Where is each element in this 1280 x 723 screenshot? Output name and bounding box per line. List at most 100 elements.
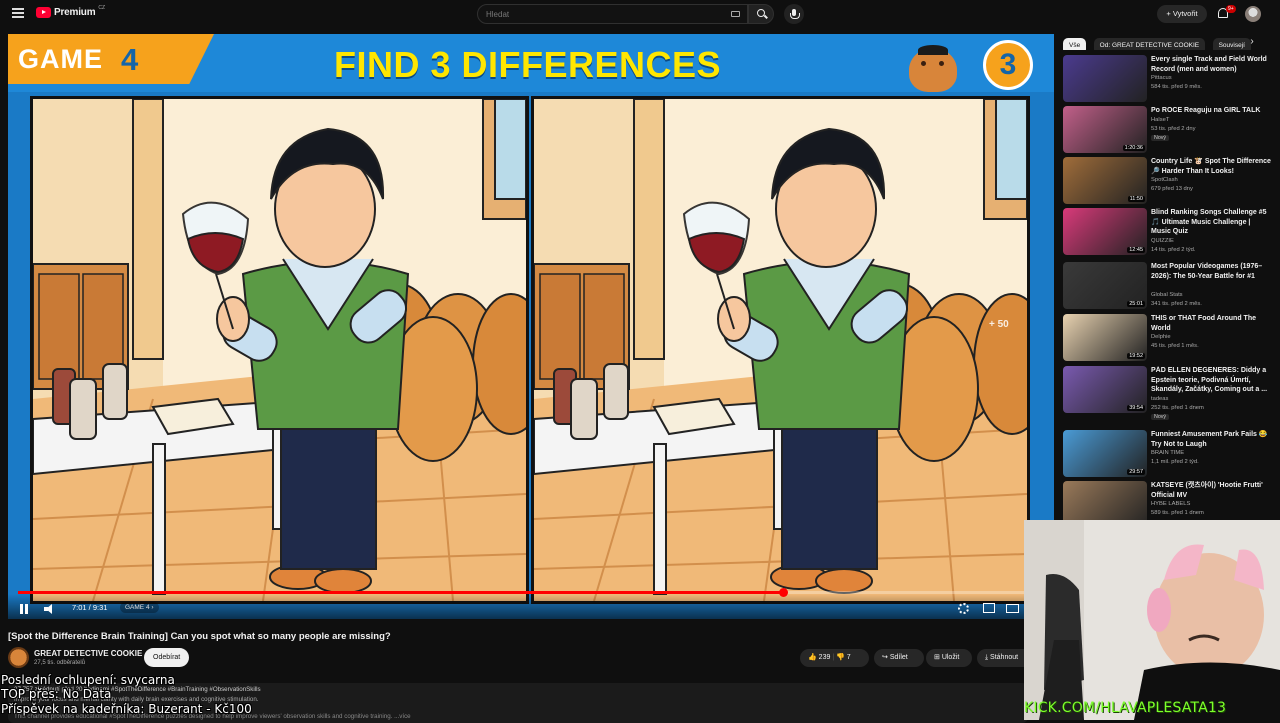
- save-icon: ⊞: [934, 654, 942, 661]
- avatar[interactable]: [1245, 6, 1261, 22]
- notification-count: 9+: [1226, 5, 1236, 13]
- stream-caption: KICK.COM/HLAVAPLESATA13: [1024, 700, 1227, 716]
- recommendation-channel[interactable]: BRAIN TIME: [1151, 450, 1184, 456]
- recommendation-channel[interactable]: HalseT: [1151, 117, 1169, 123]
- new-badge: Nový: [1151, 134, 1170, 141]
- logo-region: CZ: [98, 4, 106, 11]
- search-input[interactable]: Hledat: [477, 4, 748, 24]
- voice-search-icon[interactable]: [784, 4, 804, 24]
- chevron-right-icon[interactable]: ›: [1246, 36, 1258, 48]
- download-label: Stáhnout: [990, 654, 1019, 661]
- keyboard-icon[interactable]: [731, 11, 740, 17]
- video-player[interactable]: GAME 4 FIND 3 DIFFERENCES 3 + 50 7:01 / …: [8, 34, 1054, 619]
- progress-fill: [18, 591, 783, 594]
- search-button[interactable]: [748, 4, 774, 24]
- youtube-play-icon: [36, 7, 51, 18]
- recommendation-title[interactable]: Every single Track and Field World Recor…: [1151, 55, 1271, 74]
- recommendation-channel[interactable]: Pittacus: [1151, 75, 1172, 81]
- recommendation-channel[interactable]: SpotClash: [1151, 177, 1178, 183]
- puzzle-image-left[interactable]: [30, 96, 529, 604]
- like-dislike-button[interactable]: 👍 239 | 👎 7: [800, 649, 869, 667]
- dislike-count: 7: [846, 654, 851, 661]
- recommendation-item[interactable]: Every single Track and Field World Recor…: [1063, 55, 1273, 103]
- video-duration: 39:54: [1127, 405, 1145, 411]
- countdown-timer: 3: [983, 40, 1033, 90]
- video-duration: 25:01: [1127, 301, 1145, 307]
- recommendation-title[interactable]: Funniest Amusement Park Fails 😂 Try Not …: [1151, 430, 1271, 449]
- volume-icon[interactable]: [44, 604, 56, 614]
- recommendation-title[interactable]: KATSEYE (캣츠아이) 'Hootie Frutti' Official …: [1151, 481, 1271, 500]
- recommendation-title[interactable]: Most Popular Videogames (1976–2026): The…: [1151, 262, 1271, 281]
- recommendation-channel[interactable]: tadeas: [1151, 396, 1168, 402]
- video-duration: 19:52: [1127, 353, 1145, 359]
- chip-all[interactable]: Vše: [1063, 38, 1087, 50]
- subscribe-button[interactable]: Odebírat: [144, 648, 190, 667]
- video-banner: GAME 4 FIND 3 DIFFERENCES 3: [8, 34, 1054, 92]
- progress-scrubber[interactable]: [779, 588, 788, 597]
- recommendation-title[interactable]: THIS or THAT Food Around The World: [1151, 314, 1271, 333]
- recommendation-title[interactable]: PÁD ELLEN DEGENERES: Diddy a Epstein teo…: [1151, 366, 1271, 395]
- new-badge: Nový: [1151, 413, 1170, 420]
- chapter-title[interactable]: GAME 4 ›: [120, 602, 159, 613]
- recommendation-item[interactable]: 11:50 Country Life 🐮 Spot The Difference …: [1063, 157, 1273, 205]
- recommendation-item[interactable]: 25:01 Most Popular Videogames (1976–2026)…: [1063, 262, 1273, 310]
- scene-illustration-right: [534, 99, 1027, 601]
- scene-illustration-left: [33, 99, 526, 601]
- save-button[interactable]: ⊞ Uložit: [926, 649, 972, 667]
- game-label: GAME: [18, 44, 103, 74]
- like-count: 239: [818, 654, 831, 661]
- channel-avatar[interactable]: [8, 647, 29, 668]
- miniplayer-icon[interactable]: [983, 603, 995, 613]
- cookie-mascot-icon: [909, 45, 957, 92]
- share-icon: ↪: [882, 654, 890, 661]
- youtube-logo[interactable]: Premium CZ: [36, 4, 106, 18]
- recommendation-item[interactable]: 29:57 Funniest Amusement Park Fails 😂 Try…: [1063, 430, 1273, 478]
- chip-channel[interactable]: Od: GREAT DETECTIVE COOKIE: [1093, 38, 1206, 50]
- progress-bar[interactable]: [18, 588, 1038, 597]
- stream-overlay-line-3: Příspěvek na kadeřníka: Buzerant - Kč100: [1, 702, 252, 716]
- create-button[interactable]: + Vytvořit: [1157, 5, 1207, 23]
- video-duration: 11:50: [1127, 196, 1145, 202]
- dislike-icon[interactable]: 👎: [836, 654, 847, 661]
- settings-icon[interactable]: [958, 603, 969, 614]
- recommendation-item[interactable]: 1:20:36 Po ROCE Reaguju na GIRL TALK Halse…: [1063, 106, 1273, 154]
- like-icon[interactable]: 👍: [808, 654, 819, 661]
- webcam-image: [1024, 520, 1280, 720]
- recommendation-stats: 589 tis. před 1 dnem: [1151, 510, 1204, 516]
- recommendation-title[interactable]: Country Life 🐮 Spot The Difference 🔎 Har…: [1151, 157, 1271, 176]
- recommendation-channel[interactable]: QUIZZIE: [1151, 238, 1174, 244]
- recommendation-stats: 53 tis. před 2 dny: [1151, 125, 1196, 132]
- share-button[interactable]: ↪ Sdílet: [874, 649, 924, 667]
- recommendation-title[interactable]: Po ROCE Reaguju na GIRL TALK: [1151, 106, 1271, 116]
- channel-name[interactable]: GREAT DETECTIVE COOKIE: [34, 649, 142, 658]
- recommendation-thumbnail[interactable]: 19:52: [1063, 314, 1147, 361]
- puzzle-image-right[interactable]: [531, 96, 1030, 604]
- recommendation-thumbnail[interactable]: 39:54: [1063, 366, 1147, 413]
- recommendation-stats: 1,1 mil. před 2 týd.: [1151, 459, 1199, 465]
- recommendation-thumbnail[interactable]: [1063, 55, 1147, 102]
- recommendation-channel[interactable]: HYBE LABELS: [1151, 501, 1190, 507]
- recommendation-item[interactable]: 39:54 PÁD ELLEN DEGENERES: Diddy a Epstei…: [1063, 366, 1273, 420]
- logo-text: Premium: [54, 7, 96, 18]
- video-headline: FIND 3 DIFFERENCES: [334, 44, 722, 85]
- recommendation-thumbnail[interactable]: 12:45: [1063, 208, 1147, 255]
- stream-overlay-line-2: TOP přes: No Data: [1, 687, 112, 701]
- pause-icon[interactable]: [20, 604, 28, 614]
- filter-chips: Vše Od: GREAT DETECTIVE COOKIE Souvisejí: [1063, 34, 1271, 50]
- recommendation-item[interactable]: 12:45 Blind Ranking Songs Challenge #5 🎵 …: [1063, 208, 1273, 256]
- recommendation-thumbnail[interactable]: 25:01: [1063, 262, 1147, 309]
- recommendation-channel[interactable]: Global Stats: [1151, 292, 1183, 298]
- recommendation-stats: 45 tis. před 1 měs.: [1151, 343, 1199, 349]
- skip-forward-badge[interactable]: + 50: [989, 319, 1009, 330]
- recommendation-title[interactable]: Blind Ranking Songs Challenge #5 🎵 Ultim…: [1151, 208, 1271, 237]
- recommendation-channel[interactable]: Delphie: [1151, 334, 1171, 340]
- recommendation-thumbnail[interactable]: 29:57: [1063, 430, 1147, 477]
- recommendation-item[interactable]: 19:52 THIS or THAT Food Around The World D…: [1063, 314, 1273, 362]
- recommendation-thumbnail[interactable]: 11:50: [1063, 157, 1147, 204]
- menu-icon[interactable]: [12, 8, 24, 18]
- webcam-feed: [1024, 520, 1280, 720]
- recommendation-thumbnail[interactable]: 1:20:36: [1063, 106, 1147, 153]
- theater-mode-icon[interactable]: [1006, 604, 1019, 613]
- video-duration: 29:57: [1127, 469, 1145, 475]
- recommendation-stats: 341 tis. před 2 měs.: [1151, 300, 1202, 307]
